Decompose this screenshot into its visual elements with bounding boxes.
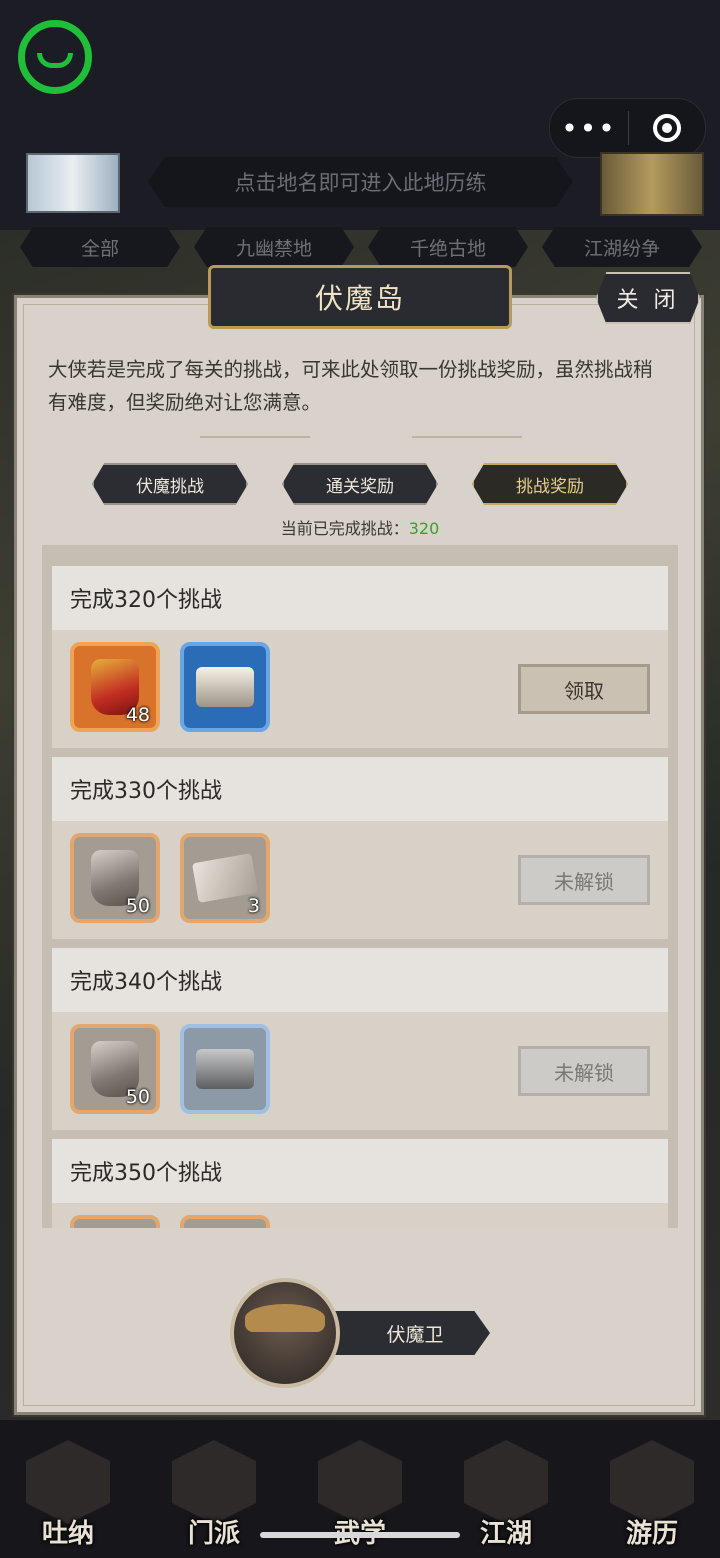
shield-item-icon[interactable]: 50 [70,833,160,923]
item-quantity: 48 [125,704,150,726]
reward-list[interactable]: 完成320个挑战 48 领取 完成330个挑战 50 3 未解锁 完成340个挑… [42,545,678,1228]
menpai-icon [172,1440,256,1524]
reward-item-icon[interactable] [70,1215,160,1228]
map-tab-jiuyou[interactable]: 九幽禁地 [194,227,354,267]
divider-ornament-right [412,436,522,438]
item-quantity: 3 [247,895,260,917]
app-logo-icon [18,20,92,94]
challenge-progress: 当前已完成挑战：320 [0,515,720,539]
map-tab-qianjue[interactable]: 千绝古地 [368,227,528,267]
progress-value: 320 [408,519,440,538]
tuna-icon [26,1440,110,1524]
mini-program-capsule: ••• [549,98,706,158]
divider-ornament-left [200,436,310,438]
nav-menpai[interactable]: 门派 [166,1440,262,1550]
reward-card: 完成320个挑战 48 领取 [52,566,668,748]
reward-item-icon[interactable] [180,1215,270,1228]
map-tab-jianghu[interactable]: 江湖纷争 [542,227,702,267]
npc-avatar[interactable] [230,1278,340,1388]
reward-card: 完成340个挑战 50 未解锁 [52,948,668,1130]
dialog-intro-text: 大侠若是完成了每关的挑战，可来此处领取一份挑战奖励，虽然挑战稍有难度，但奖励绝对… [48,358,653,414]
nav-tuna[interactable]: 吐纳 [20,1440,116,1550]
nav-label: 吐纳 [41,1519,94,1549]
more-icon[interactable]: ••• [550,112,628,145]
locked-button[interactable]: 未解锁 [518,855,650,905]
nav-youli[interactable]: 游历 [604,1440,700,1550]
item-quantity: 50 [125,1086,150,1108]
scroll-item-icon[interactable]: 3 [180,833,270,923]
jianghu-icon [464,1440,548,1524]
reward-card-title: 完成350个挑战 [52,1139,668,1203]
nav-label: 江湖 [479,1519,532,1549]
tab-challenge-reward[interactable]: 挑战奖励 [472,463,628,505]
map-hint-bar: 点击地名即可进入此地历练 [148,157,573,207]
home-indicator [260,1532,460,1538]
shield-item-icon[interactable]: 48 [70,642,160,732]
progress-label: 当前已完成挑战： [280,519,409,538]
nav-jianghu[interactable]: 江湖 [458,1440,554,1550]
shield-item-icon[interactable]: 50 [70,1024,160,1114]
orb-item-icon[interactable] [180,1024,270,1114]
reward-card-title: 完成330个挑战 [52,757,668,821]
reward-card-title: 完成340个挑战 [52,948,668,1012]
item-quantity: 50 [125,895,150,917]
map-tabs: 全部 九幽禁地 千绝古地 江湖纷争 [20,227,720,267]
map-scroll-right-icon[interactable] [600,152,704,216]
dialog-title: 伏魔岛 [208,265,512,329]
map-scroll-left-icon[interactable] [26,153,120,213]
tab-clear-reward[interactable]: 通关奖励 [282,463,438,505]
nav-label: 门派 [187,1519,240,1549]
claim-button[interactable]: 领取 [518,664,650,714]
close-mini-program-icon[interactable] [629,114,705,142]
reward-card: 完成330个挑战 50 3 未解锁 [52,757,668,939]
reward-card-title: 完成320个挑战 [52,566,668,630]
locked-button[interactable]: 未解锁 [518,1046,650,1096]
map-tab-all[interactable]: 全部 [20,227,180,267]
reward-card: 完成350个挑战 [52,1139,668,1228]
npc-name-badge[interactable]: 伏魔卫 [334,1311,490,1355]
close-button[interactable]: 关 闭 [596,272,700,324]
nav-label: 游历 [625,1519,678,1549]
tab-fumo-challenge[interactable]: 伏魔挑战 [92,463,248,505]
orb-item-icon[interactable] [180,642,270,732]
wuxue-icon [318,1440,402,1524]
youli-icon [610,1440,694,1524]
